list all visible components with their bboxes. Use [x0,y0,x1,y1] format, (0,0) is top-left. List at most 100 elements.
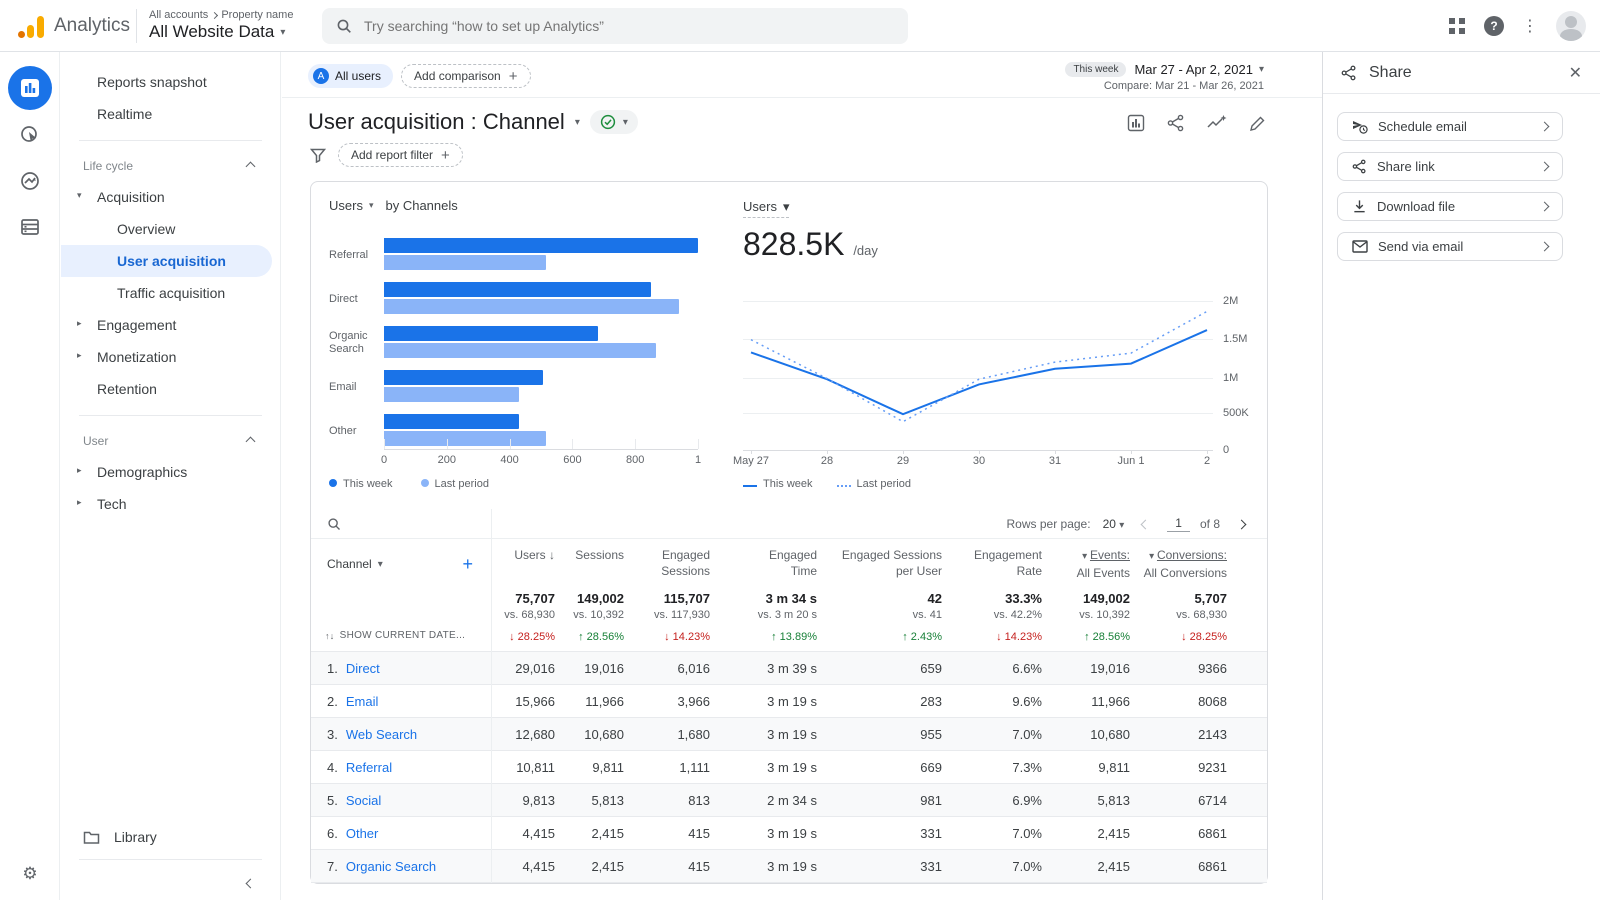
caret-down-icon[interactable]: ▾ [1149,551,1157,562]
bar-last-period[interactable] [384,343,656,358]
channel-link-email[interactable]: Email [346,694,379,709]
apps-grid-icon[interactable] [1448,17,1466,35]
add-report-filter-button[interactable]: Add report filter + [338,143,463,167]
sidebar-item-tech[interactable]: Tech [61,488,280,520]
sidebar-item-reports-snapshot[interactable]: Reports snapshot [61,66,280,98]
chevron-down-icon: ▾ [1258,64,1264,75]
data-quality-chip[interactable]: ▾ [589,110,638,134]
channel-link-web-search[interactable]: Web Search [346,727,417,742]
table-cell: 2,415 [1097,825,1130,841]
chevron-down-icon[interactable]: ▾ [378,559,383,570]
table-cell: 4,415 [522,825,555,841]
bar-this-week[interactable] [384,326,598,341]
share-action-download-file[interactable]: Download file [1337,192,1563,221]
sidebar-item-library[interactable]: Library [61,820,280,854]
caret-right-icon[interactable]: ▸ [77,465,82,476]
bar-this-week[interactable] [384,238,698,253]
chevron-down-icon[interactable]: ▾ [369,200,374,211]
caret-right-icon[interactable]: ▸ [77,318,82,329]
sidebar-item-traffic-acquisition[interactable]: Traffic acquisition [61,277,280,309]
channel-link-other[interactable]: Other [346,826,379,841]
edit-pencil-icon[interactable] [1249,115,1266,132]
breadcrumb-property[interactable]: Property name [221,9,293,21]
chevron-right-icon [1539,201,1550,212]
search-input[interactable] [364,18,864,34]
table-cell: 11,966 [1091,693,1130,709]
collapse-sidebar-icon[interactable] [245,874,256,890]
table-cell: 6861 [1198,825,1227,841]
sidebar-item-demographics[interactable]: Demographics [61,456,280,488]
bar-last-period[interactable] [384,255,546,270]
column-header-engagement[interactable]: Engagement Rate [942,547,1042,581]
column-header-engaged[interactable]: Engaged Time [710,547,817,581]
channel-link-direct[interactable]: Direct [346,661,380,676]
show-current-date-toggle[interactable]: ↑↓ SHOW CURRENT DATE... [311,630,491,643]
table-cell: 955 [920,726,942,742]
bar-last-period[interactable] [384,431,546,446]
add-comparison-button[interactable]: Add comparison + [401,64,531,88]
sidebar-item-monetization[interactable]: Monetization [61,341,280,373]
column-header-engaged[interactable]: Engaged Sessions [624,547,710,581]
rows-per-page-select[interactable]: 20 ▾ [1103,517,1125,531]
share-action-share-link[interactable]: Share link [1337,152,1563,181]
bar-last-period[interactable] [384,299,680,314]
prev-page-button[interactable] [1134,517,1157,531]
nav-reports-icon[interactable] [7,66,52,110]
caret-right-icon[interactable]: ▸ [77,497,82,508]
sidebar-section-user[interactable]: User [61,426,280,456]
sidebar-item-user-acquisition[interactable]: User acquisition [61,245,272,277]
x-tick-label: 30 [972,455,986,467]
insights-icon[interactable] [1207,114,1227,132]
nav-explore-icon[interactable] [0,118,60,152]
column-header-sessions[interactable]: Sessions [555,547,624,581]
next-page-button[interactable] [1230,517,1253,531]
bar-this-week[interactable] [384,414,520,429]
channel-link-social[interactable]: Social [346,793,381,808]
add-column-button[interactable]: + [462,554,473,575]
property-selector[interactable]: All Website Data ▾ [149,22,293,42]
table-cell: 9,813 [522,792,555,808]
close-icon[interactable]: ✕ [1569,63,1582,83]
caret-down-icon[interactable]: ▾ [77,190,82,201]
bar-last-period[interactable] [384,387,520,402]
bar-this-week[interactable] [384,370,543,385]
sidebar-item-realtime[interactable]: Realtime [61,98,280,130]
column-header-users[interactable]: Users ↓ [491,547,555,581]
share-action-schedule-email[interactable]: Schedule email [1337,112,1563,141]
caret-right-icon[interactable]: ▸ [77,350,82,361]
date-range-picker[interactable]: Mar 27 - Apr 2, 2021 ▾ [1134,62,1264,77]
channel-link-referral[interactable]: Referral [346,760,392,775]
line-metric-selector[interactable]: Users ▾ [743,199,790,218]
user-avatar[interactable] [1556,11,1586,41]
all-users-chip[interactable]: A All users [308,64,394,88]
channel-link-organic-search[interactable]: Organic Search [346,859,436,874]
global-search[interactable] [322,8,908,44]
help-icon[interactable]: ? [1484,16,1504,36]
bar-metric-selector[interactable]: Users [329,198,363,213]
sidebar-item-overview[interactable]: Overview [61,213,280,245]
x-tick-label: 800 [626,454,645,466]
sort-descending-icon[interactable]: ↓ [546,548,555,562]
share-action-send-via-email[interactable]: Send via email [1337,232,1563,261]
share-report-icon[interactable] [1167,114,1185,132]
caret-down-icon[interactable]: ▾ [1082,551,1090,562]
admin-gear-icon[interactable]: ⚙ [0,864,60,884]
table-search-icon[interactable] [327,517,341,531]
nav-advertising-icon[interactable] [0,164,60,198]
sidebar-item-engagement[interactable]: Engagement [61,309,280,341]
report-title-caret-icon[interactable]: ▾ [575,117,580,128]
breadcrumb-account[interactable]: All accounts [149,9,208,21]
channel-column-header[interactable]: Channel [327,557,372,571]
column-header-conversions-[interactable]: ▾ Conversions: All Conversions [1130,547,1269,581]
totals-cell: 5,707 vs. 68,930 ↓ 28.25% [1130,591,1269,643]
sidebar-item-retention[interactable]: Retention [61,373,280,405]
column-header-events-[interactable]: ▾ Events: All Events [1042,547,1130,581]
nav-configure-icon[interactable] [0,210,60,244]
sidebar-item-acquisition[interactable]: Acquisition [61,181,280,213]
column-header-engaged-sessions[interactable]: Engaged Sessions per User [817,547,942,581]
more-menu-icon[interactable]: ⋮ [1522,16,1538,36]
chart-options-icon[interactable] [1127,114,1145,132]
sidebar-section-life-cycle[interactable]: Life cycle [61,151,280,181]
bar-this-week[interactable] [384,282,651,297]
page-number-input[interactable]: 1 [1167,516,1190,532]
